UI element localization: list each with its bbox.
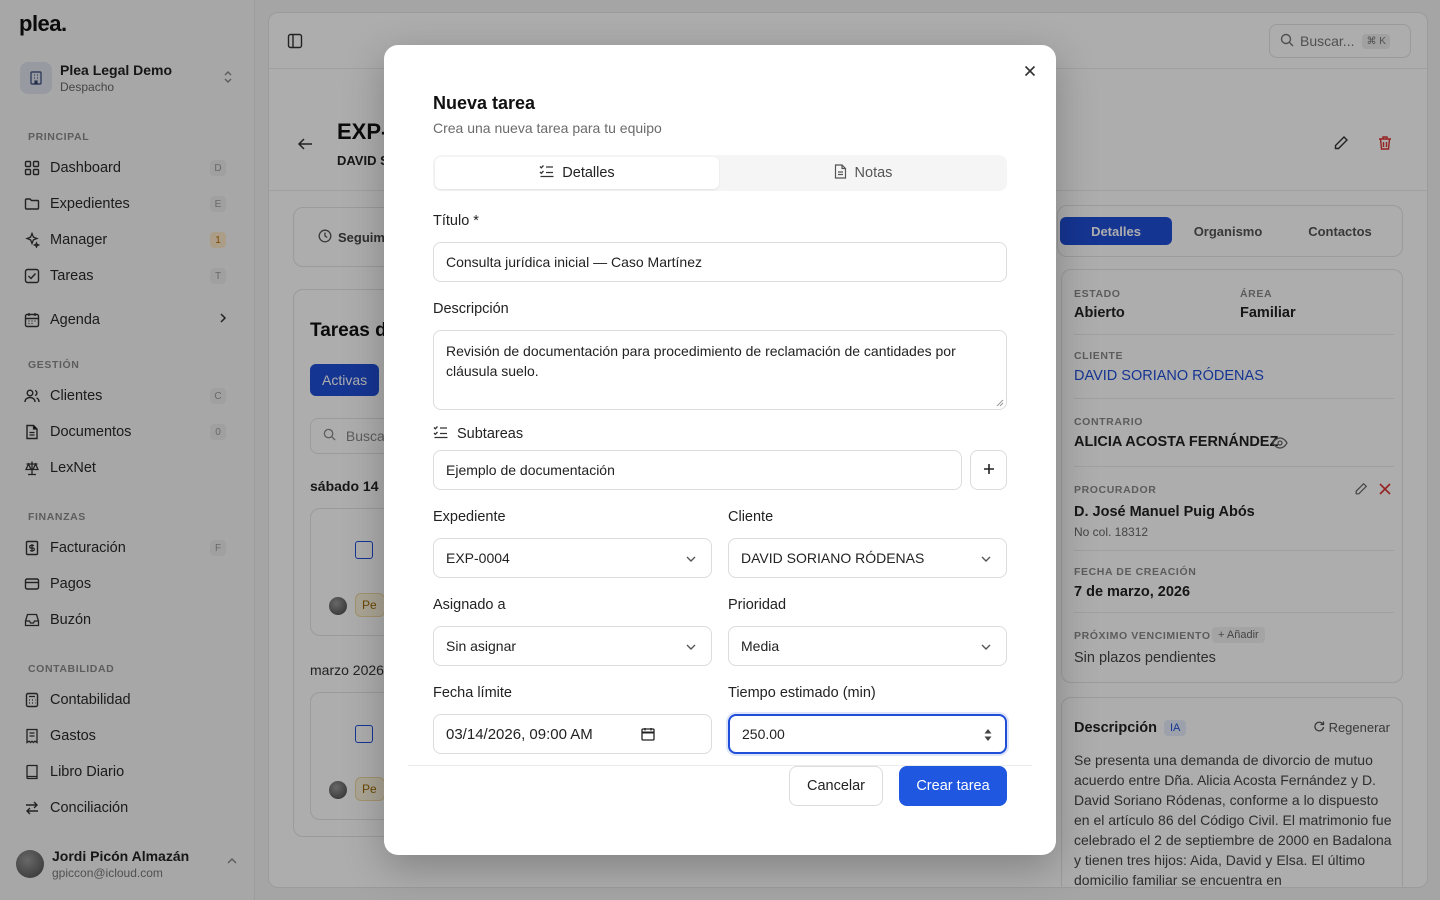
descripcion-textarea[interactable]: Revisión de documentación para procedimi… — [433, 330, 1007, 410]
asignado-value: Sin asignar — [446, 638, 517, 654]
expediente-select[interactable]: EXP-0004 — [433, 538, 712, 578]
cliente-value: DAVID SORIANO RÓDENAS — [741, 550, 925, 566]
titulo-label: Título * — [433, 213, 479, 229]
descripcion-label: Descripción — [433, 301, 509, 317]
tiempo-input[interactable]: 250.00 — [728, 714, 1007, 754]
chevron-down-icon — [980, 552, 992, 568]
tiempo-value: 250.00 — [742, 726, 785, 742]
list-check-icon — [539, 164, 562, 182]
titulo-value: Consulta jurídica inicial — Caso Martíne… — [446, 254, 702, 270]
new-task-dialog: Nueva tarea Crea una nueva tarea para tu… — [384, 45, 1056, 855]
number-stepper-icon[interactable] — [983, 727, 993, 746]
subtarea-value: Ejemplo de documentación — [446, 462, 615, 478]
tab-notas[interactable]: Notas — [721, 157, 1005, 189]
fecha-limite-input[interactable]: 03/14/2026, 09:00 AM — [433, 714, 712, 754]
chevron-down-icon — [685, 640, 697, 656]
prioridad-select[interactable]: Media — [728, 626, 1007, 666]
add-subtask-button[interactable] — [970, 450, 1007, 490]
prioridad-label: Prioridad — [728, 597, 787, 613]
plus-icon — [983, 462, 995, 478]
dialog-tabs: Detalles Notas — [433, 155, 1007, 191]
calendar-icon[interactable] — [641, 727, 655, 745]
asignado-label: Asignado a — [433, 597, 506, 613]
create-task-button[interactable]: Crear tarea — [899, 766, 1007, 806]
tab-label: Detalles — [562, 165, 615, 181]
asignado-select[interactable]: Sin asignar — [433, 626, 712, 666]
tab-label: Notas — [854, 165, 893, 181]
subtareas-text: Subtareas — [457, 426, 524, 442]
dialog-subtitle: Crea una nueva tarea para tu equipo — [433, 120, 662, 136]
chevron-down-icon — [980, 640, 992, 656]
descripcion-value: Revisión de documentación para procedimi… — [446, 343, 956, 379]
expediente-value: EXP-0004 — [446, 550, 510, 566]
titulo-input[interactable]: Consulta jurídica inicial — Caso Martíne… — [433, 242, 1007, 282]
list-check-icon — [433, 425, 457, 443]
resize-grip-icon[interactable] — [996, 399, 1004, 407]
cancel-button[interactable]: Cancelar — [789, 766, 883, 806]
cliente-label: Cliente — [728, 509, 774, 525]
subtarea-input[interactable]: Ejemplo de documentación — [433, 450, 962, 490]
chevron-down-icon — [685, 552, 697, 568]
fecha-limite-label: Fecha límite — [433, 685, 512, 701]
fecha-value: 03/14/2026, 09:00 AM — [446, 725, 593, 743]
cliente-select[interactable]: DAVID SORIANO RÓDENAS — [728, 538, 1007, 578]
close-icon[interactable] — [1020, 61, 1040, 81]
subtareas-label: Subtareas — [433, 425, 523, 443]
prioridad-value: Media — [741, 638, 780, 654]
dialog-title: Nueva tarea — [433, 93, 536, 113]
tiempo-label: Tiempo estimado (min) — [728, 685, 876, 701]
tab-detalles[interactable]: Detalles — [435, 157, 719, 189]
document-icon — [834, 163, 855, 183]
expediente-label: Expediente — [433, 509, 506, 525]
